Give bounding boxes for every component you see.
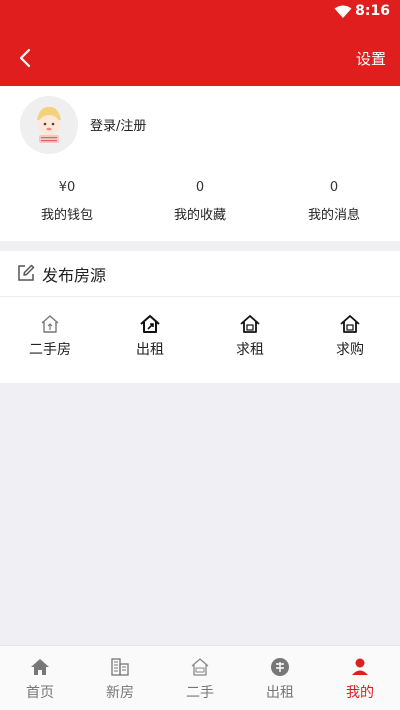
back-arrow-icon[interactable] bbox=[14, 46, 38, 70]
publish-header: 发布房源 bbox=[0, 251, 400, 297]
favorites-stat[interactable]: 0 我的收藏 bbox=[150, 180, 250, 223]
publish-item-rent-out[interactable]: 出租 bbox=[115, 313, 185, 359]
wallet-label: 我的钱包 bbox=[40, 208, 93, 223]
edit-icon bbox=[18, 264, 35, 281]
login-register-link[interactable]: 登录/注册 bbox=[90, 115, 146, 134]
messages-label: 我的消息 bbox=[307, 208, 360, 223]
house-seek-rent-icon bbox=[240, 315, 260, 333]
wallet-stat[interactable]: ¥0 我的钱包 bbox=[17, 180, 117, 223]
tab-label: 新房 bbox=[106, 685, 134, 701]
tab-mine[interactable]: 我的 bbox=[320, 646, 400, 710]
publish-item-label: 出租 bbox=[136, 342, 164, 358]
rent-icon bbox=[271, 658, 289, 676]
status-time: 8:16 bbox=[355, 3, 390, 19]
tab-second-hand[interactable]: 二手 bbox=[160, 646, 240, 710]
building-icon bbox=[111, 658, 129, 676]
tab-rent[interactable]: 出租 bbox=[240, 646, 320, 710]
tab-label: 二手 bbox=[186, 685, 214, 701]
publish-title: 发布房源 bbox=[42, 266, 107, 285]
person-icon bbox=[352, 658, 368, 675]
house-rent-out-icon bbox=[140, 315, 160, 333]
house-seek-buy-icon bbox=[340, 315, 360, 333]
publish-item-label: 求购 bbox=[336, 342, 364, 358]
house-sale-icon bbox=[41, 315, 59, 333]
avatar[interactable] bbox=[20, 96, 78, 154]
bottom-tab-bar: 首页 新房 二手 出租 我的 bbox=[0, 645, 400, 710]
messages-value: 0 bbox=[329, 180, 339, 195]
publish-item-second-hand[interactable]: 二手房 bbox=[15, 313, 85, 359]
wifi-icon bbox=[334, 5, 352, 18]
publish-section: 发布房源 二手房 出租 求租 求购 bbox=[0, 251, 400, 383]
publish-item-label: 二手房 bbox=[29, 342, 71, 358]
tab-label: 出租 bbox=[266, 685, 294, 701]
profile-section: 登录/注册 ¥0 我的钱包 0 我的收藏 0 我的消息 bbox=[0, 86, 400, 241]
status-bar: 8:16 bbox=[0, 0, 400, 24]
avatar-cartoon-icon bbox=[20, 96, 78, 154]
publish-item-seek-rent[interactable]: 求租 bbox=[215, 313, 285, 359]
tab-home[interactable]: 首页 bbox=[0, 646, 80, 710]
house-sale-icon bbox=[191, 658, 209, 676]
tab-label: 首页 bbox=[26, 685, 54, 701]
favorites-value: 0 bbox=[195, 180, 205, 195]
publish-item-seek-buy[interactable]: 求购 bbox=[315, 313, 385, 359]
favorites-label: 我的收藏 bbox=[173, 208, 226, 223]
app-bar: 设置 bbox=[0, 24, 400, 86]
publish-item-label: 求租 bbox=[236, 342, 264, 358]
wallet-value: ¥0 bbox=[58, 180, 76, 195]
settings-button[interactable]: 设置 bbox=[356, 48, 386, 69]
messages-stat[interactable]: 0 我的消息 bbox=[284, 180, 384, 223]
tab-new-house[interactable]: 新房 bbox=[80, 646, 160, 710]
tab-label: 我的 bbox=[346, 685, 374, 701]
home-icon bbox=[31, 659, 49, 675]
